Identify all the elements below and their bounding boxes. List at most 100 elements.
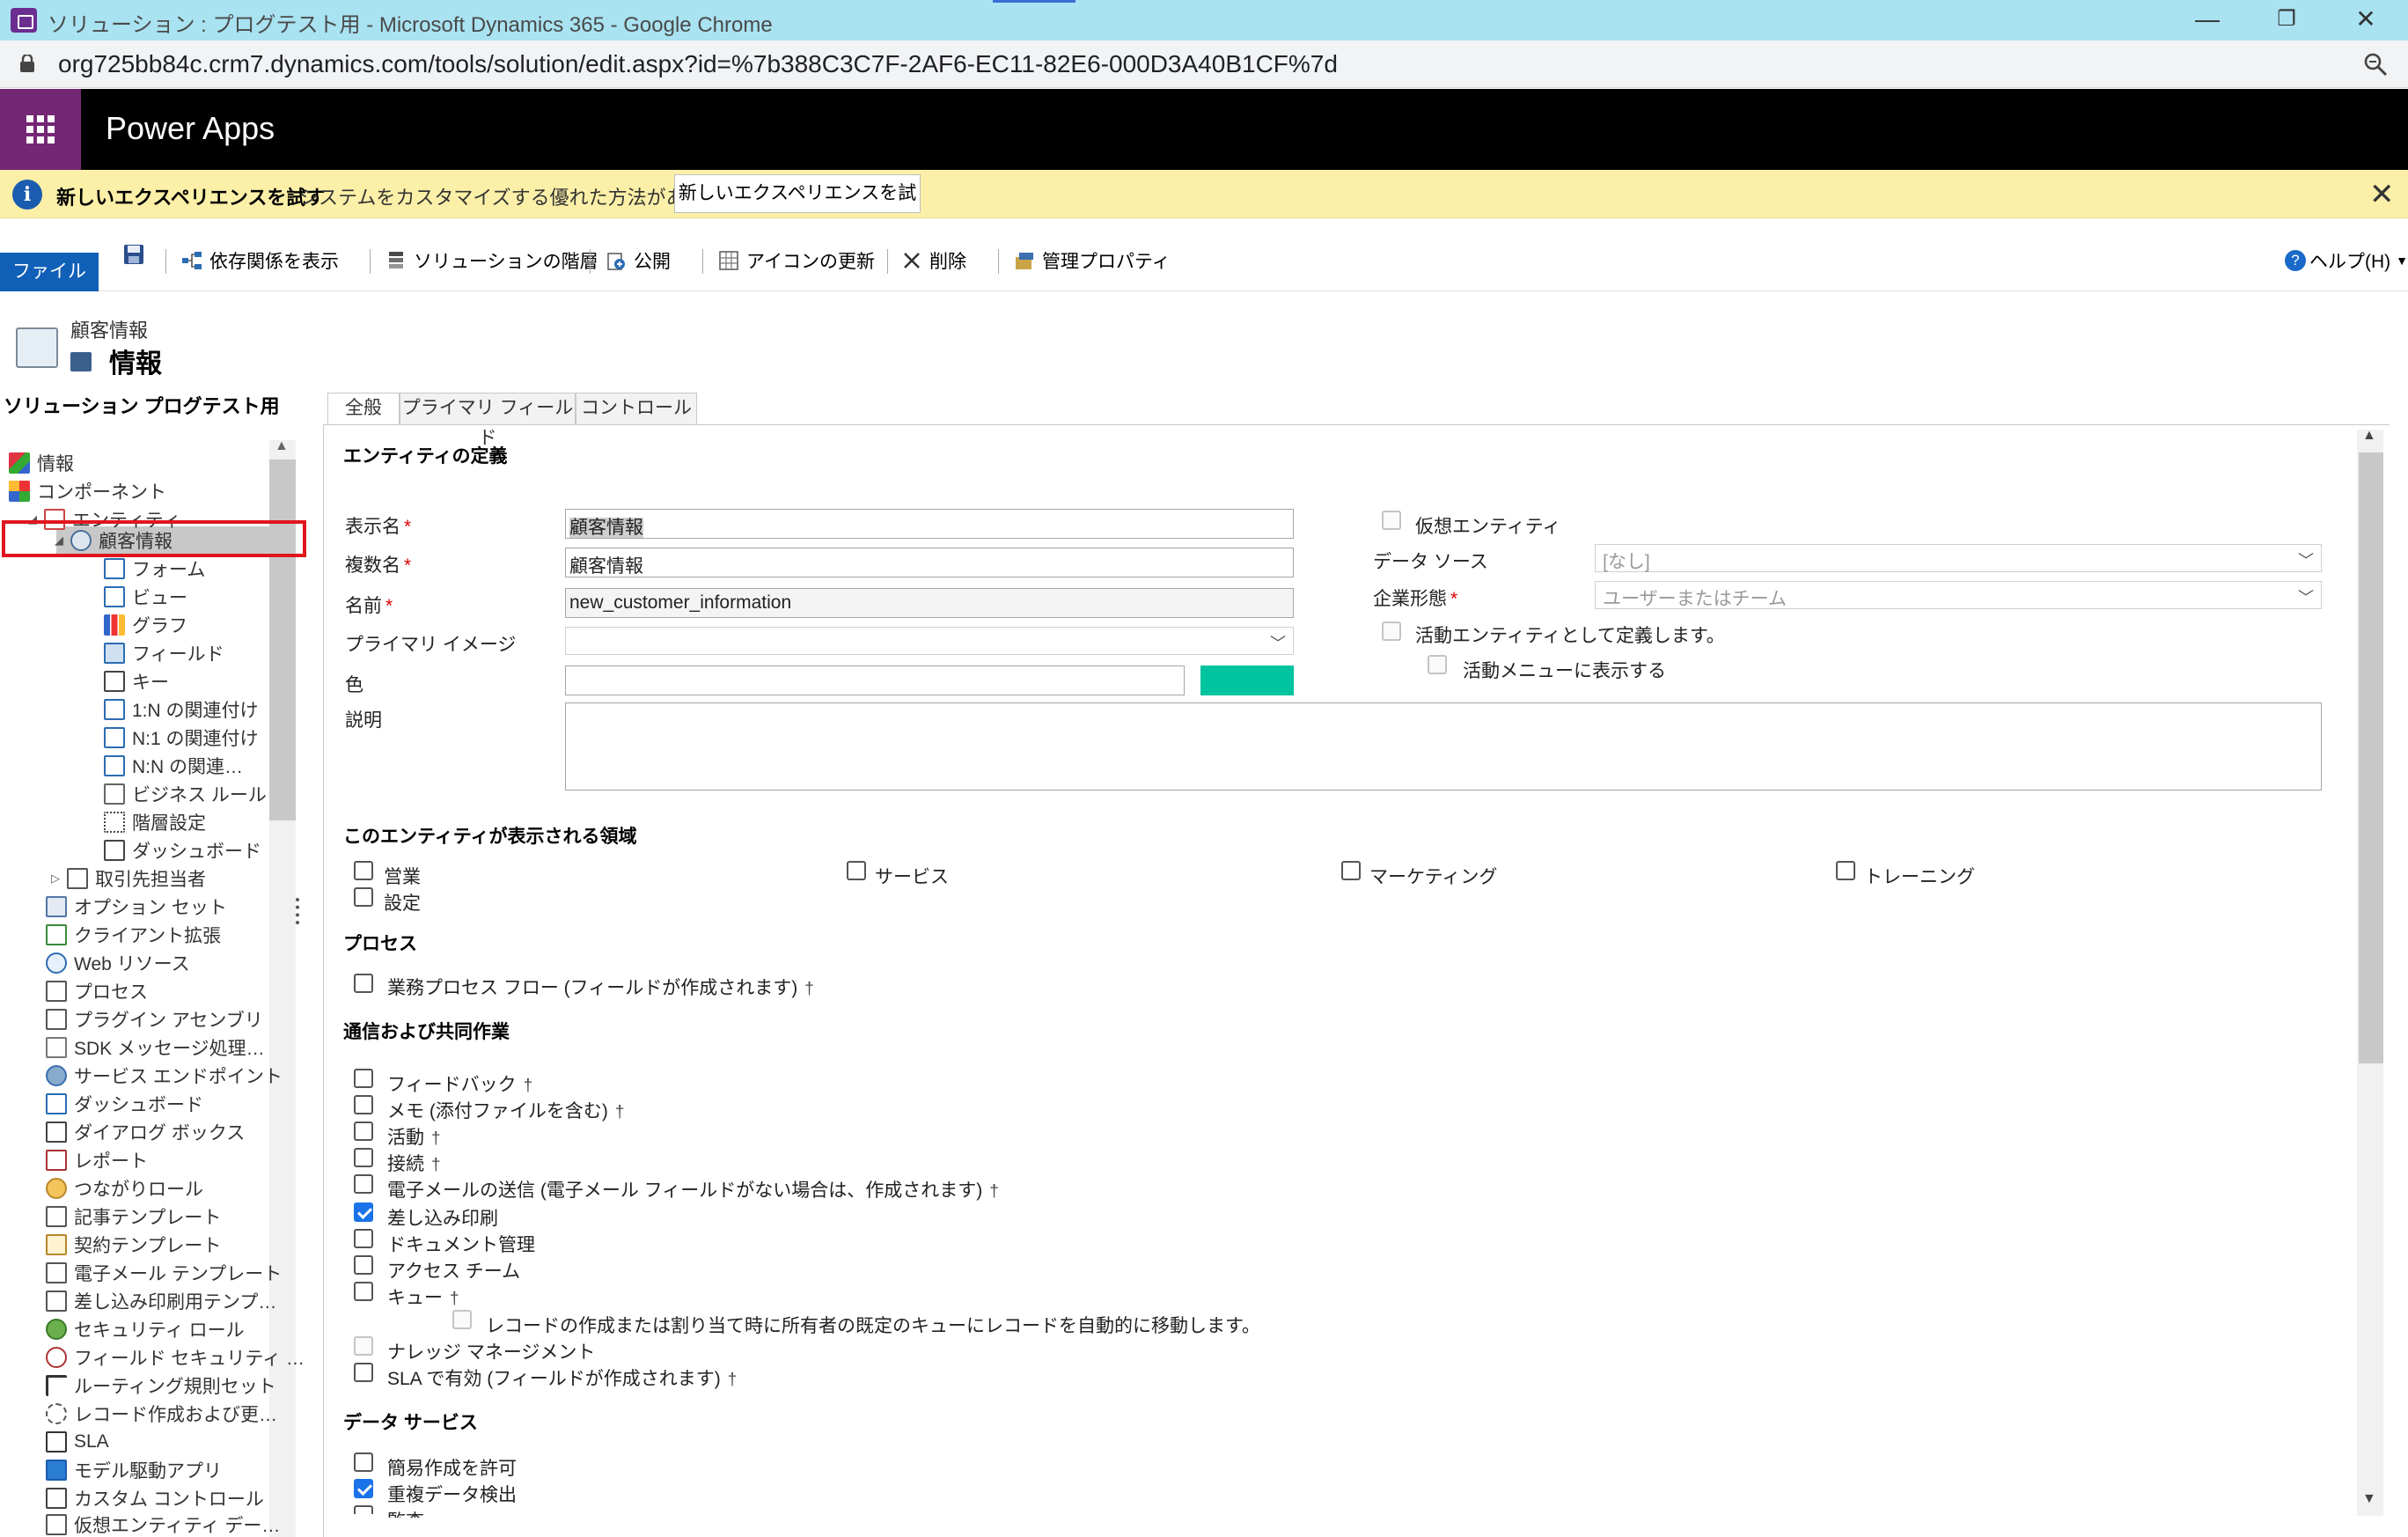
scroll-down-icon[interactable]: ▼ [2362, 1491, 2376, 1507]
queue-auto-move-checkbox[interactable] [452, 1310, 472, 1329]
close-window-button[interactable]: ✕ [2324, 0, 2408, 40]
minimize-button[interactable]: — [2165, 0, 2250, 40]
nav-item-charts[interactable]: グラフ [104, 611, 187, 639]
tab-controls[interactable]: コントロール [576, 393, 697, 424]
activity-entity-checkbox[interactable] [1382, 621, 1401, 641]
nav-item-info[interactable]: 情報 [9, 449, 74, 477]
address-bar[interactable]: org725bb84c.crm7.dynamics.com/tools/solu… [0, 40, 2408, 88]
nav-item-keys[interactable]: キー [104, 667, 169, 695]
update-icons-button[interactable]: アイコンの更新 [718, 247, 875, 274]
scroll-up-icon[interactable]: ▲ [275, 438, 289, 454]
try-new-experience-button[interactable]: 新しいエクスペリエンスを試す [674, 174, 921, 240]
url-text[interactable]: org725bb84c.crm7.dynamics.com/tools/solu… [58, 50, 1338, 78]
sla-enabled-checkbox[interactable] [354, 1363, 373, 1382]
nav-item-security-roles[interactable]: セキュリティ ロール [46, 1315, 245, 1343]
file-button[interactable]: ファイル [0, 253, 99, 291]
primary-image-select[interactable]: ﹀ [565, 627, 1294, 655]
nav-item-routing-rules[interactable]: ルーティング規則セット [46, 1372, 276, 1400]
resize-grip[interactable] [296, 898, 299, 924]
help-button[interactable]: ? ヘルプ(H) ▼ [2285, 247, 2408, 274]
color-field[interactable] [565, 666, 1185, 695]
nav-item-business-rules[interactable]: ビジネス ルール [104, 780, 267, 808]
access-teams-checkbox[interactable] [354, 1255, 373, 1275]
plural-name-field[interactable]: 顧客情報 [565, 548, 1294, 577]
nav-item-nn-relationships[interactable]: N:N の関連… [104, 752, 243, 780]
nav-item-dashboards[interactable]: ダッシュボード [46, 1090, 203, 1118]
zoom-icon[interactable] [2362, 51, 2389, 77]
nav-scrollbar-thumb[interactable] [269, 460, 296, 820]
area-settings-checkbox[interactable] [354, 887, 373, 907]
ownership-select[interactable]: ユーザーまたはチーム ﹀ [1595, 581, 2322, 609]
publish-button[interactable]: 公開 [606, 247, 671, 274]
nav-item-fields[interactable]: フィールド [104, 639, 224, 667]
nav-item-sdk-messages[interactable]: SDK メッセージ処理… [46, 1033, 265, 1062]
connections-checkbox[interactable] [354, 1148, 373, 1167]
save-icon[interactable] [123, 244, 144, 265]
description-field[interactable] [565, 702, 2322, 791]
nav-item-field-security[interactable]: フィールド セキュリティ … [46, 1343, 305, 1372]
nav-item-processes[interactable]: プロセス [46, 977, 148, 1005]
area-marketing-checkbox[interactable] [1341, 861, 1361, 880]
nav-item-web-resources[interactable]: Web リソース [46, 949, 190, 977]
area-service-checkbox[interactable] [847, 861, 866, 880]
quick-create-checkbox[interactable] [354, 1452, 373, 1472]
nav-item-email-templates[interactable]: 電子メール テンプレート [46, 1259, 282, 1287]
notes-checkbox[interactable] [354, 1095, 373, 1114]
app-brand[interactable]: Power Apps [106, 110, 275, 147]
app-launcher-button[interactable] [0, 89, 81, 170]
nav-item-plugin-assemblies[interactable]: プラグイン アセンブリ [46, 1005, 263, 1033]
queues-checkbox[interactable] [354, 1282, 373, 1301]
knowledge-management-checkbox[interactable] [354, 1336, 373, 1356]
nav-item-n1-relationships[interactable]: N:1 の関連付け [104, 724, 259, 752]
nav-item-article-templates[interactable]: 記事テンプレート [46, 1202, 221, 1231]
nav-item-contract-templates[interactable]: 契約テンプレート [46, 1231, 221, 1259]
activities-checkbox[interactable] [354, 1121, 373, 1141]
tab-general[interactable]: 全般 [327, 393, 400, 425]
mail-merge-checkbox[interactable] [354, 1202, 373, 1222]
delete-button[interactable]: 削除 [901, 247, 966, 274]
nav-item-mailmerge-templates[interactable]: 差し込み印刷用テンプ… [46, 1287, 276, 1315]
form-scrollbar-thumb[interactable] [2359, 452, 2383, 1063]
document-management-checkbox[interactable] [354, 1229, 373, 1248]
area-training-checkbox[interactable] [1836, 861, 1855, 880]
nav-item-views[interactable]: ビュー [104, 583, 187, 611]
show-activity-menu-checkbox[interactable] [1428, 655, 1447, 674]
area-sales-checkbox[interactable] [354, 861, 373, 880]
display-name-field[interactable]: 顧客情報 [565, 509, 1294, 539]
color-swatch[interactable] [1200, 666, 1294, 695]
nav-item-1n-relationships[interactable]: 1:N の関連付け [104, 695, 259, 724]
nav-item-custom-controls[interactable]: カスタム コントロール [46, 1484, 264, 1512]
audit-checkbox[interactable] [354, 1505, 373, 1514]
nav-item-virtual-entities[interactable]: 仮想エンティティ デー… [46, 1512, 280, 1537]
nav-item-dialogs[interactable]: ダイアログ ボックス [46, 1118, 245, 1146]
nav-item-record-creation[interactable]: レコード作成および更… [46, 1400, 277, 1428]
show-dependencies-button[interactable]: 依存関係を表示 [181, 247, 339, 274]
nav-item-contacts[interactable]: ▷ 取引先担当者 [51, 864, 206, 893]
bpf-checkbox[interactable] [354, 974, 373, 993]
close-icon[interactable]: ✕ [2369, 177, 2395, 212]
nav-item-components[interactable]: コンポーネント [9, 477, 166, 505]
virtual-entity-checkbox[interactable] [1382, 511, 1401, 530]
nav-item-model-driven-apps[interactable]: モデル駆動アプリ [46, 1456, 222, 1484]
restore-button[interactable]: ❐ [2244, 0, 2329, 40]
tab-primary-field[interactable]: プライマリ フィールド [400, 393, 576, 448]
nav-item-forms[interactable]: フォーム [104, 555, 205, 583]
solution-layers-button[interactable]: ソリューションの階層 [385, 247, 598, 274]
nav-item-option-sets[interactable]: オプション セット [46, 893, 227, 921]
nav-item-client-extensions[interactable]: クライアント拡張 [46, 921, 221, 949]
feedback-checkbox[interactable] [354, 1069, 373, 1088]
scroll-up-icon[interactable]: ▲ [2362, 428, 2376, 444]
data-source-select[interactable]: [なし] ﹀ [1595, 544, 2322, 572]
nav-item-connection-roles[interactable]: つながりロール [46, 1174, 203, 1202]
nav-item-dashboards-sub[interactable]: ダッシュボード [104, 836, 261, 864]
duplicate-detection-checkbox[interactable] [354, 1479, 373, 1498]
nav-item-reports[interactable]: レポート [46, 1146, 148, 1174]
nav-item-hierarchy[interactable]: 階層設定 [104, 808, 206, 836]
browser-title-bar: ソリューション : プログテスト用 - Microsoft Dynamics 3… [0, 0, 2408, 40]
send-email-checkbox[interactable] [354, 1174, 373, 1194]
queues-label: キュー † [387, 1288, 459, 1308]
managed-properties-button[interactable]: 管理プロパティ [1014, 247, 1171, 274]
schema-name-field[interactable]: new_customer_information [565, 588, 1294, 618]
nav-item-sla[interactable]: SLA [46, 1428, 109, 1456]
nav-item-service-endpoints[interactable]: サービス エンドポイント [46, 1062, 283, 1090]
